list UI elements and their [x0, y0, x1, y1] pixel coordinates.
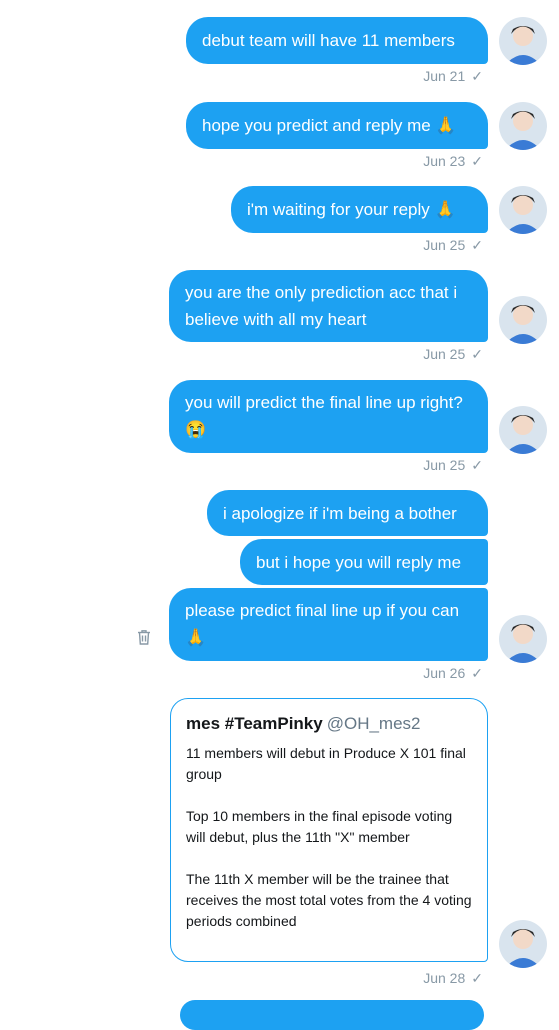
checkmark-icon: ✓ — [471, 68, 483, 84]
message-timestamp: Jun 21 ✓ — [423, 68, 483, 84]
message-text: i'm waiting for your reply 🙏 — [247, 200, 456, 219]
message-timestamp: Jun 25 ✓ — [423, 457, 483, 473]
message-bubble-partial[interactable] — [180, 1000, 484, 1030]
message-text: but i hope you will reply me — [256, 552, 462, 572]
avatar[interactable] — [499, 406, 547, 454]
message-bubble[interactable]: but i hope you will reply me — [240, 539, 488, 585]
checkmark-icon: ✓ — [471, 237, 483, 253]
tweet-header: mes #TeamPinky @OH_mes2 — [186, 713, 472, 735]
message-timestamp: Jun 23 ✓ — [423, 153, 483, 169]
avatar[interactable] — [499, 296, 547, 344]
message-bubble[interactable]: hope you predict and reply me 🙏 — [186, 102, 488, 149]
message-text: debut team will have 11 members — [202, 31, 455, 50]
message-text: hope you predict and reply me 🙏 — [202, 116, 457, 135]
checkmark-icon: ✓ — [471, 970, 483, 986]
checkmark-icon: ✓ — [471, 153, 483, 169]
trash-icon[interactable] — [135, 628, 153, 646]
message-bubble[interactable]: i apologize if i'm being a bother — [207, 490, 488, 536]
tweet-paragraph: Top 10 members in the final episode voti… — [186, 808, 453, 845]
checkmark-icon: ✓ — [471, 665, 483, 681]
tweet-paragraph: The 11th X member will be the trainee th… — [186, 871, 472, 929]
avatar[interactable] — [499, 17, 547, 65]
message-timestamp: Jun 28 ✓ — [423, 970, 483, 986]
message-timestamp: Jun 26 ✓ — [423, 665, 483, 681]
message-bubble[interactable]: please predict final line up if you can … — [169, 588, 488, 661]
message-text: i apologize if i'm being a bother — [223, 503, 457, 523]
shared-tweet-card[interactable]: mes #TeamPinky @OH_mes2 11 members will d… — [170, 698, 488, 962]
avatar[interactable] — [499, 102, 547, 150]
message-timestamp: Jun 25 ✓ — [423, 346, 483, 362]
tweet-author-handle[interactable]: @OH_mes2 — [327, 714, 421, 733]
message-bubble[interactable]: debut team will have 11 members — [186, 17, 488, 64]
checkmark-icon: ✓ — [471, 346, 483, 362]
message-bubble[interactable]: you will predict the final line up right… — [169, 380, 488, 453]
message-text: please predict final line up if you can … — [185, 601, 460, 647]
message-timestamp: Jun 25 ✓ — [423, 237, 483, 253]
avatar[interactable] — [499, 920, 547, 968]
message-bubble[interactable]: i'm waiting for your reply 🙏 — [231, 186, 488, 233]
avatar[interactable] — [499, 615, 547, 663]
checkmark-icon: ✓ — [471, 457, 483, 473]
message-text: you will predict the final line up right… — [185, 393, 463, 439]
message-bubble[interactable]: you are the only prediction acc that i b… — [169, 270, 488, 342]
tweet-author-name[interactable]: mes #TeamPinky — [186, 714, 323, 733]
message-text: you are the only prediction acc that i b… — [185, 283, 458, 329]
tweet-body: 11 members will debut in Produce X 101 f… — [186, 743, 472, 932]
tweet-paragraph: 11 members will debut in Produce X 101 f… — [186, 745, 466, 782]
avatar[interactable] — [499, 186, 547, 234]
